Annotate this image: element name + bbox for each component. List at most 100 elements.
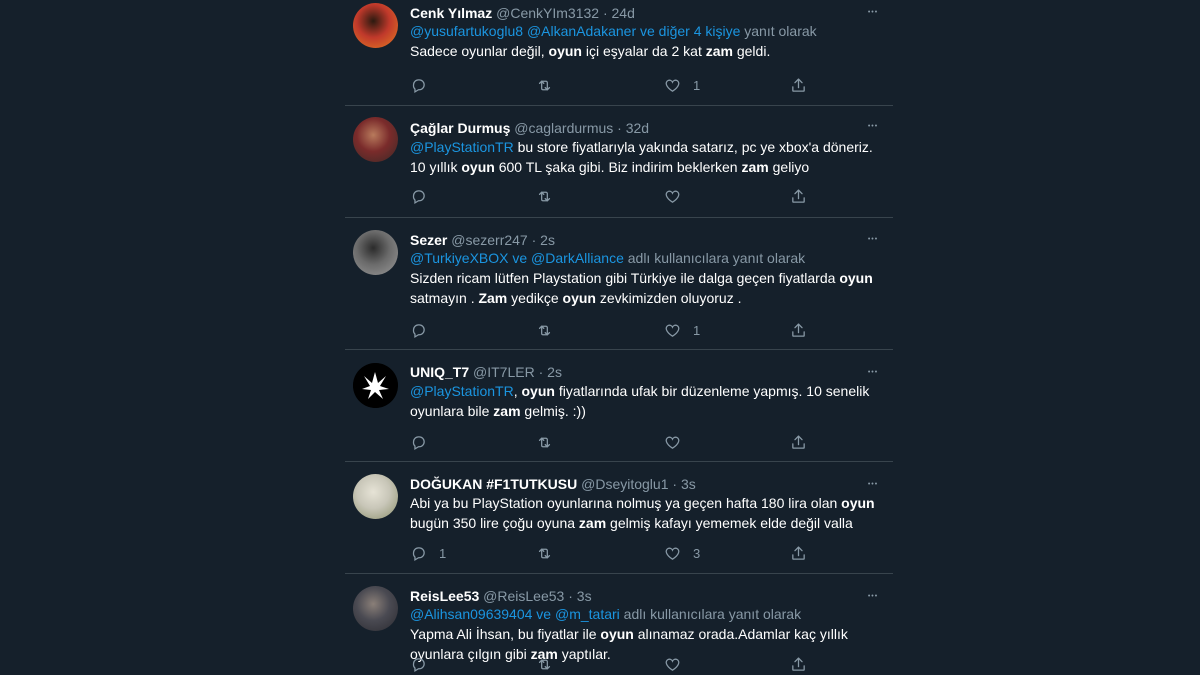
retweet-icon (536, 434, 553, 451)
like-icon (664, 434, 681, 451)
more-options-icon[interactable]: ••• (863, 591, 883, 603)
user-handle[interactable]: @sezerr247 (451, 232, 527, 248)
tweet-time[interactable]: 3s (577, 588, 592, 604)
mention-link[interactable]: @PlayStationTR (410, 383, 514, 399)
reply-icon (410, 188, 427, 205)
reply-icon (410, 545, 427, 562)
text-segment: satmayın . (410, 290, 479, 306)
text-segment: yedikçe (507, 290, 563, 306)
share-button[interactable] (790, 543, 807, 563)
reply-icon (410, 77, 427, 94)
replying-to: @TurkiyeXBOX ve @DarkAlliance adlı kulla… (410, 249, 883, 268)
tweet-actions: 13 (410, 543, 833, 563)
reply-mentions[interactable]: @yusufartukoglu8 @AlkanAdakaner ve diğer… (410, 23, 740, 39)
user-handle[interactable]: @IT7LER (473, 364, 535, 380)
share-icon (790, 545, 807, 562)
tweet[interactable]: Sezer @sezerr247 · 2s @TurkiyeXBOX ve @Da… (345, 218, 893, 350)
tweet-header: DOĞUKAN #F1TUTKUSU @Dseyitoglu1 · 3s (410, 475, 883, 493)
reply-mentions[interactable]: @TurkiyeXBOX ve @DarkAlliance (410, 250, 624, 266)
reply-icon (410, 434, 427, 451)
like-count: 3 (693, 545, 701, 561)
tweet-time[interactable]: 3s (681, 476, 696, 492)
tweet-content: DOĞUKAN #F1TUTKUSU @Dseyitoglu1 · 3s Abi … (410, 475, 883, 533)
tweet-actions (410, 654, 833, 674)
highlighted-keyword: oyun (600, 626, 634, 642)
like-button[interactable]: 1 (664, 75, 700, 95)
text-segment: içi eşyalar da 2 kat (582, 43, 706, 59)
avatar[interactable] (353, 117, 398, 162)
avatar[interactable] (353, 474, 398, 519)
reply-button[interactable]: 1 (410, 543, 446, 563)
user-handle[interactable]: @CenkYIm3132 (496, 5, 599, 21)
tweet[interactable]: ReisLee53 @ReisLee53 · 3s @Alihsan0963940… (345, 574, 893, 675)
retweet-button[interactable] (536, 75, 565, 95)
reply-button[interactable] (410, 320, 439, 340)
highlighted-keyword: zam (705, 43, 733, 59)
more-options-icon[interactable]: ••• (863, 121, 883, 133)
avatar[interactable] (353, 3, 398, 48)
display-name[interactable]: Cenk Yılmaz (410, 5, 492, 21)
retweet-button[interactable] (536, 432, 565, 452)
share-button[interactable] (790, 186, 807, 206)
display-name[interactable]: Çağlar Durmuş (410, 120, 510, 136)
tweet-time[interactable]: 2s (540, 232, 555, 248)
more-options-icon[interactable]: ••• (863, 7, 883, 19)
retweet-button[interactable] (536, 186, 565, 206)
reply-suffix: yanıt olarak (740, 23, 817, 39)
reply-icon (410, 322, 427, 339)
share-button[interactable] (790, 654, 807, 674)
like-button[interactable] (664, 186, 693, 206)
tweet-header: UNIQ_T7 @IT7LER · 2s (410, 363, 883, 381)
tweet-content: UNIQ_T7 @IT7LER · 2s @PlayStationTR, oyun… (410, 363, 883, 421)
like-button[interactable] (664, 654, 693, 674)
tweet-content: ReisLee53 @ReisLee53 · 3s @Alihsan0963940… (410, 587, 883, 664)
reply-button[interactable] (410, 186, 439, 206)
tweet[interactable]: Çağlar Durmuş @caglardurmus · 32d @PlaySt… (345, 106, 893, 218)
text-segment: Yapma Ali İhsan, bu fiyatlar ile (410, 626, 601, 642)
avatar[interactable] (353, 363, 398, 408)
tweet-time[interactable]: 32d (626, 120, 649, 136)
like-icon (664, 322, 681, 339)
text-segment: geldi. (732, 43, 771, 59)
reply-mentions[interactable]: @Alihsan09639404 ve @m_tatari (410, 606, 620, 622)
tweet[interactable]: DOĞUKAN #F1TUTKUSU @Dseyitoglu1 · 3s Abi … (345, 462, 893, 574)
more-options-icon[interactable]: ••• (863, 234, 883, 246)
tweet-time[interactable]: 24d (612, 5, 635, 21)
more-options-icon[interactable]: ••• (863, 367, 883, 379)
share-button[interactable] (790, 432, 807, 452)
display-name[interactable]: ReisLee53 (410, 588, 479, 604)
like-icon (664, 188, 681, 205)
retweet-button[interactable] (536, 320, 565, 340)
highlighted-keyword: zam (741, 159, 769, 175)
text-segment: 600 TL şaka gibi. Biz indirim beklerken (494, 159, 742, 175)
separator-dot: · (534, 364, 548, 380)
retweet-icon (536, 322, 553, 339)
replying-to: @Alihsan09639404 ve @m_tatari adlı kulla… (410, 605, 883, 624)
reply-button[interactable] (410, 75, 439, 95)
retweet-button[interactable] (536, 543, 565, 563)
share-button[interactable] (790, 75, 807, 95)
avatar[interactable] (353, 230, 398, 275)
more-options-icon[interactable]: ••• (863, 479, 883, 491)
user-handle[interactable]: @Dseyitoglu1 (581, 476, 668, 492)
display-name[interactable]: Sezer (410, 232, 447, 248)
mention-link[interactable]: @PlayStationTR (410, 139, 514, 155)
display-name[interactable]: DOĞUKAN #F1TUTKUSU (410, 476, 577, 492)
tweet[interactable]: Cenk Yılmaz @CenkYIm3132 · 24d @yusufartu… (345, 0, 893, 106)
user-handle[interactable]: @caglardurmus (514, 120, 613, 136)
like-button[interactable]: 3 (664, 543, 700, 563)
like-button[interactable] (664, 432, 693, 452)
share-button[interactable] (790, 320, 807, 340)
tweet[interactable]: UNIQ_T7 @IT7LER · 2s @PlayStationTR, oyun… (345, 350, 893, 462)
highlighted-keyword: Zam (478, 290, 508, 306)
reply-button[interactable] (410, 654, 439, 674)
reply-button[interactable] (410, 432, 439, 452)
display-name[interactable]: UNIQ_T7 (410, 364, 469, 380)
retweet-button[interactable] (536, 654, 565, 674)
separator-dot: · (527, 232, 541, 248)
avatar[interactable] (353, 586, 398, 631)
text-segment: geliyo (768, 159, 810, 175)
like-button[interactable]: 1 (664, 320, 700, 340)
user-handle[interactable]: @ReisLee53 (483, 588, 564, 604)
tweet-time[interactable]: 2s (547, 364, 562, 380)
